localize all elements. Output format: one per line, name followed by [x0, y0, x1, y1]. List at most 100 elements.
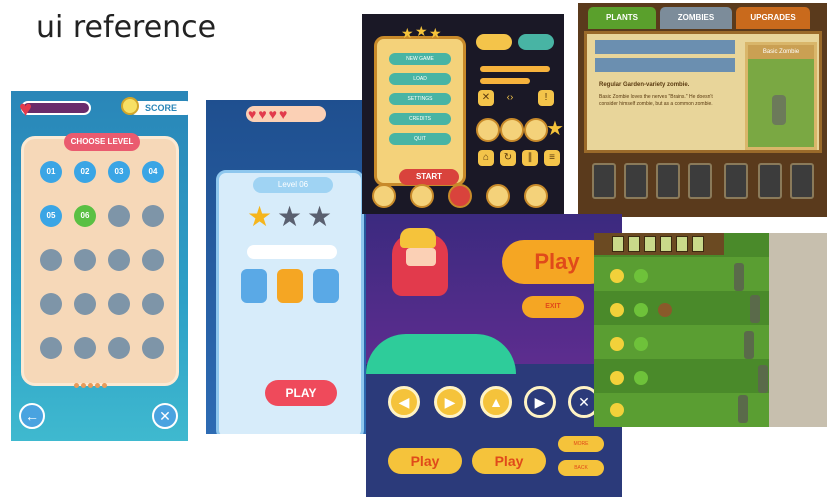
level-button-6[interactable]: 06 — [74, 205, 96, 227]
zombie-card[interactable] — [656, 163, 680, 199]
locked-level[interactable] — [40, 337, 62, 359]
almanac-page: Regular Garden-variety zombie. Basic Zom… — [584, 31, 822, 153]
locked-level[interactable] — [74, 249, 96, 271]
zombie-card[interactable] — [758, 163, 782, 199]
shield-icon[interactable] — [524, 184, 548, 208]
locked-level[interactable] — [74, 337, 96, 359]
up-icon[interactable]: ▲ — [480, 386, 512, 418]
star-icon: ★ — [546, 118, 564, 140]
music-icon[interactable] — [524, 118, 548, 142]
zombie — [734, 263, 744, 291]
restart-icon[interactable]: ↻ — [500, 150, 516, 166]
seed-packet[interactable] — [612, 236, 624, 252]
toggle-switch[interactable] — [476, 34, 512, 50]
play-button-small[interactable]: Play — [388, 448, 462, 474]
play-button-small[interactable]: Play — [472, 448, 546, 474]
home-icon[interactable]: ⌂ — [478, 150, 494, 166]
locked-level[interactable] — [108, 337, 130, 359]
pause-icon[interactable]: ∥ — [522, 150, 538, 166]
level-button-3[interactable]: 03 — [108, 161, 130, 183]
level-button-2[interactable]: 02 — [74, 161, 96, 183]
tool-icon[interactable] — [372, 184, 396, 208]
zombie-card[interactable] — [724, 163, 748, 199]
sunflower-plant[interactable] — [610, 337, 624, 351]
seed-packet[interactable] — [628, 236, 640, 252]
peashooter-plant[interactable] — [634, 371, 648, 385]
locked-level[interactable] — [40, 249, 62, 271]
menu-icon[interactable]: ≡ — [544, 150, 560, 166]
menu-item-load[interactable]: LOAD — [389, 73, 451, 85]
zombie — [750, 295, 760, 323]
back-button[interactable]: BACK — [558, 460, 604, 476]
sunflower-plant[interactable] — [610, 403, 624, 417]
zombie-card[interactable] — [688, 163, 712, 199]
volume-slider[interactable] — [480, 66, 550, 72]
menu-item-quit[interactable]: QUIT — [389, 133, 451, 145]
almanac-screen: PLANTS ZOMBIES UPGRADES Regular Garden-v… — [578, 3, 827, 217]
peashooter-plant[interactable] — [634, 337, 648, 351]
potion-icon[interactable] — [486, 184, 510, 208]
settings-icon[interactable] — [476, 118, 500, 142]
card-title: Level 06 — [253, 177, 333, 193]
level-button-1[interactable]: 01 — [40, 161, 62, 183]
star-icon: ★ — [429, 25, 442, 41]
menu-item-settings[interactable]: SETTINGS — [389, 93, 451, 105]
sunflower-plant[interactable] — [610, 371, 624, 385]
start-button[interactable]: START — [399, 169, 459, 185]
subtitle-pill — [247, 245, 337, 259]
peashooter-plant[interactable] — [634, 269, 648, 283]
seed-packet[interactable] — [660, 236, 672, 252]
reward-item[interactable] — [277, 269, 303, 303]
locked-level[interactable] — [142, 293, 164, 315]
info-icon[interactable]: ! — [538, 90, 554, 106]
zombie — [744, 331, 754, 359]
locked-level[interactable] — [74, 293, 96, 315]
play-button[interactable]: PLAY — [265, 380, 337, 406]
menu-item-credits[interactable]: CREDITS — [389, 113, 451, 125]
zombie-card[interactable] — [624, 163, 648, 199]
gem-icon[interactable] — [410, 184, 434, 208]
locked-level[interactable] — [108, 293, 130, 315]
locked-level[interactable] — [108, 249, 130, 271]
zombie — [758, 365, 768, 393]
board-title: CHOOSE LEVEL — [64, 133, 140, 151]
peashooter-plant[interactable] — [634, 303, 648, 317]
seed-packet[interactable] — [644, 236, 656, 252]
reward-item[interactable] — [241, 269, 267, 303]
level-button-5[interactable]: 05 — [40, 205, 62, 227]
zombie-card[interactable] — [790, 163, 814, 199]
stats-bar — [595, 58, 735, 72]
play-icon[interactable]: ▶ — [524, 386, 556, 418]
arrows-icon[interactable]: ‹› — [502, 90, 518, 106]
wallnut-plant[interactable] — [658, 303, 672, 317]
more-button[interactable]: MORE — [558, 436, 604, 452]
toggle-switch[interactable] — [518, 34, 554, 50]
tab-upgrades[interactable]: UPGRADES — [736, 7, 810, 29]
tab-zombies[interactable]: ZOMBIES — [660, 7, 732, 29]
volume-slider[interactable] — [480, 78, 530, 84]
locked-level[interactable] — [40, 293, 62, 315]
menu-kit-screen: ★ ★ ★ NEW GAME LOAD SETTINGS CREDITS QUI… — [362, 14, 564, 214]
shop-icon[interactable] — [448, 184, 472, 208]
sunflower-plant[interactable] — [610, 269, 624, 283]
exit-button[interactable]: EXIT — [522, 296, 584, 318]
sunflower-plant[interactable] — [610, 303, 624, 317]
seed-packet[interactable] — [692, 236, 704, 252]
back-arrow-icon[interactable]: ← — [19, 403, 45, 429]
reward-item[interactable] — [313, 269, 339, 303]
zombie-card[interactable] — [592, 163, 616, 199]
locked-level[interactable] — [142, 249, 164, 271]
level-button-4[interactable]: 04 — [142, 161, 164, 183]
tab-plants[interactable]: PLANTS — [588, 7, 656, 29]
locked-level[interactable] — [108, 205, 130, 227]
close-icon[interactable]: ✕ — [152, 403, 178, 429]
seed-packet[interactable] — [676, 236, 688, 252]
menu-item-new-game[interactable]: NEW GAME — [389, 53, 451, 65]
sound-icon[interactable] — [500, 118, 524, 142]
locked-level[interactable] — [142, 205, 164, 227]
previous-icon[interactable]: ◀ — [388, 386, 420, 418]
next-icon[interactable]: ▶ — [434, 386, 466, 418]
star-icon: ★ — [415, 23, 428, 39]
close-icon[interactable]: ✕ — [478, 90, 494, 106]
locked-level[interactable] — [142, 337, 164, 359]
